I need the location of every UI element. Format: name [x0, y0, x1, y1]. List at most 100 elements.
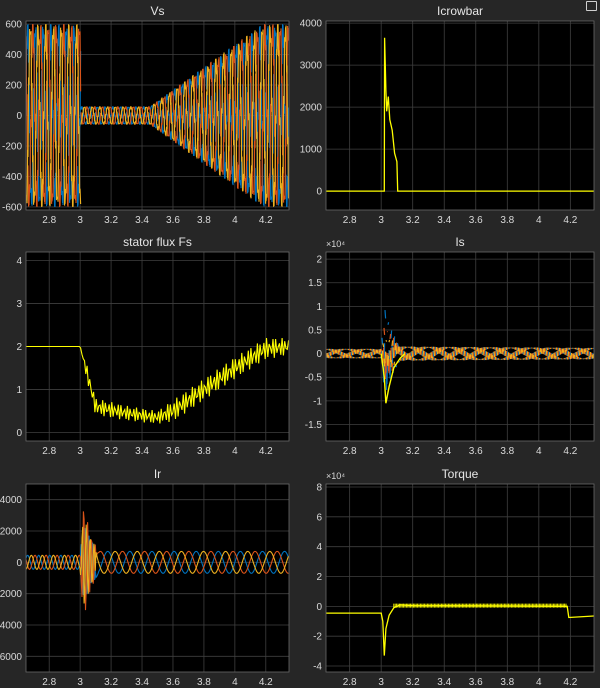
y-tick-label: 2 — [316, 572, 322, 583]
y-tick-label: 6 — [316, 512, 322, 523]
x-tick-label: 3 — [378, 446, 384, 457]
x-tick-label: 4 — [536, 215, 542, 226]
y-tick-label: -200 — [2, 141, 22, 152]
chart-panel-vs: 2.8 3 3.2 3.4 3.6 3.8 4 4.2 -600 -400 -200 0 200 400 6… — [2, 4, 290, 226]
plot-area — [326, 252, 594, 441]
x-tick-label: 3.4 — [135, 446, 149, 457]
y-tick-label: 0 — [316, 602, 322, 613]
x-tick-label: 3.6 — [166, 677, 180, 688]
x-tick-label: 3.8 — [500, 677, 514, 688]
y-tick-label: 4 — [316, 542, 322, 553]
x-tick-label: 3 — [77, 677, 83, 688]
y-tick-label: 1 — [316, 302, 322, 313]
x-tick-label: 4.2 — [563, 677, 577, 688]
x-tick-label: 3 — [77, 446, 83, 457]
y-tick-label: -2 — [313, 632, 322, 643]
x-tick-label: 3.4 — [135, 215, 149, 226]
chart-panel-stator-flux: 2.8 3 3.2 3.4 3.6 3.8 4 4.2 0 1 2 3 4 stator flux Fs — [16, 235, 290, 457]
chart-panel-ir: 2.8 3 3.2 3.4 3.6 3.8 4 4.2 6000 4000 2000 0 2000 400… — [0, 467, 290, 688]
y-tick-label: -1 — [313, 396, 322, 407]
chart-title: Torque — [442, 467, 479, 481]
y-tick-label: -4 — [313, 662, 322, 673]
x-tick-label: 3.2 — [406, 677, 420, 688]
figure-menu-icon[interactable] — [586, 1, 597, 11]
x-tick-label: 3 — [77, 215, 83, 226]
chart-title: Ir — [154, 467, 161, 481]
x-tick-label: 2.8 — [42, 677, 56, 688]
y-exponent-label: ×10⁴ — [326, 239, 345, 249]
y-tick-label: 1 — [16, 385, 22, 396]
figure-canvas: 2.8 3 3.2 3.4 3.6 3.8 4 4.2-600-400-20002004006… — [0, 4, 595, 688]
y-tick-label: -600 — [2, 202, 22, 213]
y-tick-label: 8 — [316, 482, 322, 493]
y-tick-label: 0.5 — [308, 325, 322, 336]
x-tick-label: 2.8 — [42, 446, 56, 457]
x-tick-label: 4.2 — [259, 446, 273, 457]
y-tick-label: -0.5 — [305, 373, 323, 384]
plot-area — [326, 21, 594, 210]
y-exponent-label: ×10⁴ — [326, 471, 345, 481]
y-tick-label: 0 — [316, 349, 322, 360]
x-tick-label: 3 — [378, 215, 384, 226]
x-tick-label: 3.8 — [500, 215, 514, 226]
y-tick-label: 400 — [5, 50, 22, 61]
chart-panel-torque: 2.8 3 3.2 3.4 3.6 3.8 4 4.2 -4 -2 0 2 4 6 8 Torque ×10⁴ — [313, 467, 595, 688]
y-tick-label: 2000 — [0, 527, 22, 538]
x-tick-label: 3.4 — [135, 677, 149, 688]
x-tick-label: 3.6 — [469, 677, 483, 688]
x-tick-label: 4 — [536, 677, 542, 688]
x-tick-label: 3.6 — [469, 446, 483, 457]
x-tick-label: 3.6 — [166, 215, 180, 226]
x-tick-label: 4.2 — [259, 215, 273, 226]
y-tick-label: 2000 — [0, 589, 22, 600]
x-tick-label: 4 — [232, 446, 238, 457]
x-tick-label: 3.6 — [469, 215, 483, 226]
y-tick-label: 0 — [16, 428, 22, 439]
x-tick-label: 3.4 — [437, 677, 451, 688]
x-tick-label: 3.2 — [406, 215, 420, 226]
x-tick-label: 4 — [232, 677, 238, 688]
y-tick-label: 0 — [16, 558, 22, 569]
x-tick-label: 2.8 — [343, 677, 357, 688]
x-tick-label: 3.2 — [104, 677, 118, 688]
y-tick-label: 4000 — [0, 495, 22, 506]
chart-panel-is: 2.8 3 3.2 3.4 3.6 3.8 4 4.2 -1.5 -1 -0.5 0 0.5 1 1.5 2 I… — [305, 235, 595, 457]
x-tick-label: 4 — [536, 446, 542, 457]
x-tick-label: 3.8 — [197, 677, 211, 688]
y-tick-label: -400 — [2, 172, 22, 183]
x-tick-label: 3.2 — [406, 446, 420, 457]
chart-title: Is — [455, 235, 464, 249]
chart-title: stator flux Fs — [123, 235, 192, 249]
y-tick-label: 0 — [16, 111, 22, 122]
x-tick-label: 3.8 — [197, 215, 211, 226]
y-tick-label: 6000 — [0, 652, 22, 663]
x-tick-label: 4 — [232, 215, 238, 226]
x-tick-label: 3.4 — [437, 446, 451, 457]
y-tick-label: 3000 — [300, 61, 323, 72]
y-tick-label: 1000 — [300, 145, 323, 156]
chart-panel-icrowbar: 2.8 3 3.2 3.4 3.6 3.8 4 4.2 0 1000 2000 3000 4000 Icr… — [300, 4, 595, 226]
plot-area — [26, 484, 289, 672]
x-tick-label: 3.2 — [104, 446, 118, 457]
y-tick-label: 600 — [5, 20, 22, 31]
y-tick-label: 4000 — [0, 621, 22, 632]
y-tick-label: 200 — [5, 81, 22, 92]
x-tick-label: 2.8 — [42, 215, 56, 226]
y-tick-label: 4 — [16, 256, 22, 267]
x-tick-label: 3.6 — [166, 446, 180, 457]
x-tick-label: 3 — [378, 677, 384, 688]
chart-title: Vs — [150, 4, 164, 18]
x-tick-label: 3.4 — [437, 215, 451, 226]
y-tick-label: 2 — [316, 255, 322, 266]
x-tick-label: 3.8 — [500, 446, 514, 457]
x-tick-label: 2.8 — [343, 215, 357, 226]
chart-title: Icrowbar — [437, 4, 483, 18]
x-tick-label: 3.8 — [197, 446, 211, 457]
figure-window: 2.8 3 3.2 3.4 3.6 3.8 4 4.2 -600 -400 -200 0 200 400 6… — [0, 0, 600, 688]
y-tick-label: 2000 — [300, 103, 323, 114]
x-tick-label: 3.2 — [104, 215, 118, 226]
y-tick-label: 0 — [316, 187, 322, 198]
plot-area — [326, 484, 594, 672]
y-tick-label: -1.5 — [305, 420, 323, 431]
y-tick-label: 2 — [16, 342, 22, 353]
